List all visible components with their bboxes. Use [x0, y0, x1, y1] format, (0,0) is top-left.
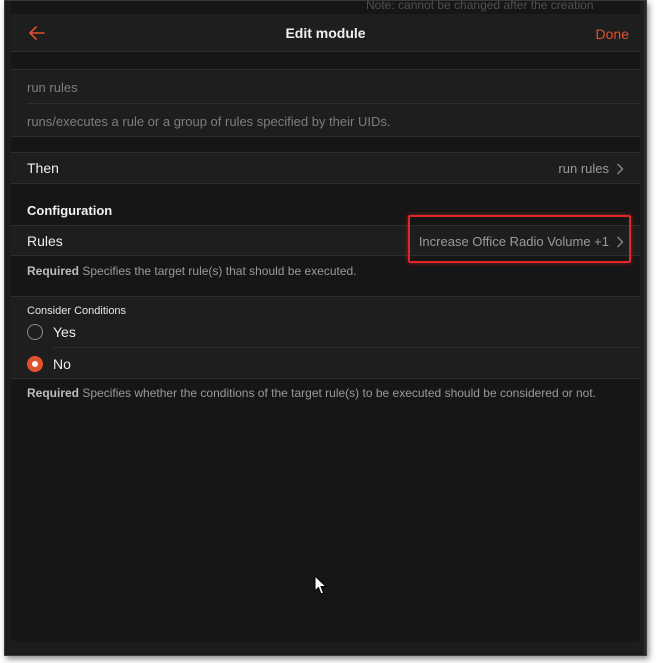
navbar: Edit module Done — [11, 14, 640, 52]
background-note: Note: cannot be changed after the creati… — [366, 1, 594, 12]
done-button[interactable]: Done — [596, 26, 629, 42]
radio-button[interactable] — [27, 356, 43, 372]
divider — [27, 103, 640, 104]
edit-module-panel: Note: cannot be changed after the creati… — [11, 1, 640, 642]
configuration-heading: Configuration — [27, 203, 113, 218]
scrollbar[interactable] — [644, 1, 646, 655]
module-info-section: run rules runs/executes a rule or a grou… — [11, 69, 640, 137]
radio-button[interactable] — [27, 324, 43, 340]
chevron-right-icon — [617, 163, 624, 174]
rules-section: Rules Increase Office Radio Volume +1 — [11, 225, 640, 256]
module-description-field: runs/executes a rule or a group of rules… — [27, 114, 391, 129]
rules-value: Increase Office Radio Volume +1 — [419, 234, 624, 249]
then-row[interactable]: Then run rules — [11, 153, 640, 184]
chevron-right-icon — [617, 236, 624, 247]
then-value: run rules — [558, 161, 624, 176]
then-value-text: run rules — [558, 161, 609, 176]
page-title: Edit module — [285, 25, 366, 41]
rules-hint: Required Specifies the target rule(s) th… — [27, 264, 357, 278]
rules-hint-required: Required — [27, 264, 80, 278]
rules-value-text: Increase Office Radio Volume +1 — [418, 234, 609, 249]
radio-option-no[interactable]: No — [11, 348, 640, 380]
app-window: Note: cannot be changed after the creati… — [4, 0, 647, 656]
consider-conditions-hint: Required Specifies whether the condition… — [27, 386, 596, 400]
then-section: Then run rules — [11, 152, 640, 184]
radio-option-yes[interactable]: Yes — [11, 316, 640, 348]
consider-conditions-section: Consider Conditions Yes No — [11, 296, 640, 379]
radio-label: Yes — [53, 324, 76, 340]
radio-label: No — [53, 356, 71, 372]
rules-label: Rules — [27, 233, 63, 249]
consider-conditions-hint-required: Required — [27, 386, 80, 400]
rules-hint-text: Specifies the target rule(s) that should… — [82, 264, 357, 278]
module-name-field: run rules — [27, 80, 78, 95]
rules-row[interactable]: Rules Increase Office Radio Volume +1 — [11, 226, 640, 257]
mouse-cursor-icon — [314, 575, 328, 595]
then-label: Then — [27, 160, 59, 176]
consider-conditions-hint-text: Specifies whether the conditions of the … — [82, 386, 597, 400]
